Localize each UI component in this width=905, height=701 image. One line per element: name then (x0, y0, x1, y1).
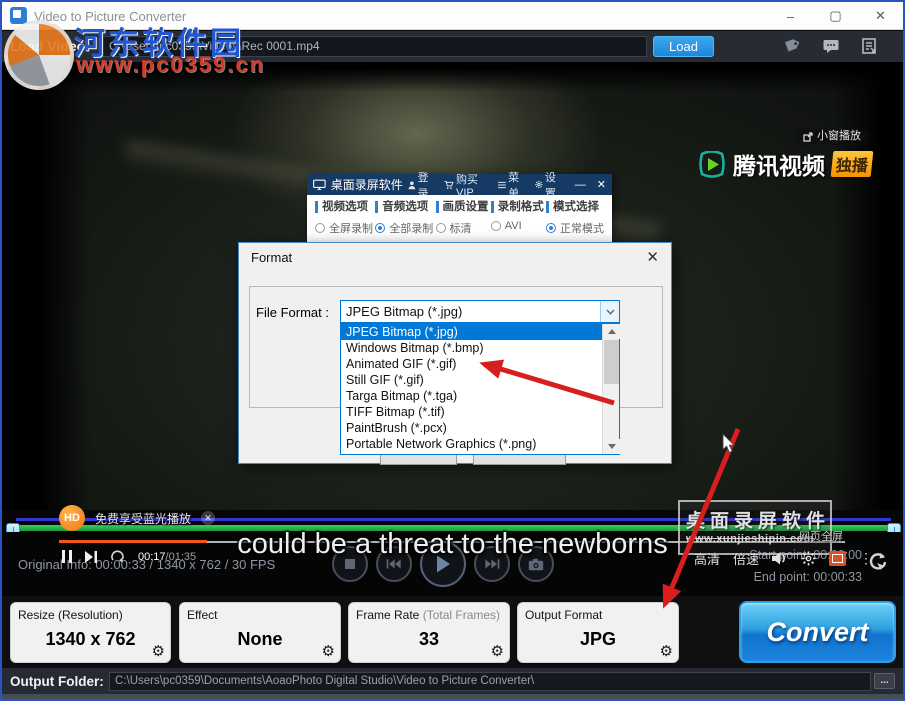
brand-logo: 腾讯视频 独播 (698, 147, 872, 181)
video-subtitle: could be a threat to the newborns (2, 528, 903, 561)
resize-gear-icon[interactable]: ⚙ (152, 642, 165, 660)
recorder-col-mode: 模式选择 正常模式 (546, 201, 604, 236)
hd-close-icon[interactable]: ✕ (201, 511, 215, 525)
pip-label: 小窗播放 (817, 128, 861, 145)
droplist-item[interactable]: Animated GIF (*.gif) (341, 356, 619, 372)
recorder-minimize[interactable]: — (575, 179, 586, 191)
droplist-item[interactable]: Still GIF (*.gif) (341, 372, 619, 388)
maximize-button[interactable]: ▢ (813, 2, 858, 30)
recorder-close[interactable]: ✕ (597, 178, 606, 191)
resize-value: 1340 x 762 (11, 629, 170, 650)
recorder-title: 桌面录屏软件 (331, 176, 403, 193)
window-bottom-edge (2, 694, 903, 699)
chevron-down-icon (606, 309, 615, 315)
recorder-col-quality: 画质设置 标清 (436, 201, 489, 236)
feedback-icon[interactable] (822, 37, 840, 55)
droplist-item[interactable]: Targa Bitmap (*.tga) (341, 388, 619, 404)
tag-icon[interactable] (782, 37, 800, 55)
monitor-icon (313, 179, 326, 191)
browse-button[interactable]: ... (874, 673, 895, 689)
settings-panel-row: Resize (Resolution) 1340 x 762 ⚙ Effect … (2, 596, 903, 668)
resize-panel[interactable]: Resize (Resolution) 1340 x 762 ⚙ (10, 602, 171, 663)
framerate-gear-icon[interactable]: ⚙ (491, 642, 504, 660)
effect-gear-icon[interactable]: ⚙ (322, 642, 335, 660)
radio-avi[interactable]: AVI (491, 220, 544, 232)
load-bar: Load Video: C:\Users\pc0359\Videos\Rec 0… (2, 31, 903, 62)
droplist-item[interactable]: TIFF Bitmap (*.tif) (341, 404, 619, 420)
framerate-panel[interactable]: Frame Rate (Total Frames) 33 ⚙ (348, 602, 510, 663)
scrollbar-thumb[interactable] (604, 340, 619, 384)
effect-panel[interactable]: Effect None ⚙ (179, 602, 341, 663)
recorder-window: 桌面录屏软件 登录 购买VIP 菜单 设置 — ✕ 视频选项 全屏录制 音频选项… (307, 174, 612, 243)
convert-button[interactable]: Convert (739, 601, 896, 663)
framerate-value: 33 (349, 629, 509, 650)
brand-badge: 独播 (831, 151, 874, 177)
close-button[interactable]: ✕ (858, 2, 903, 30)
output-folder-bar: Output Folder: C:\Users\pc0359\Documents… (2, 668, 903, 694)
end-point-text: End point: 00:00:33 (746, 566, 862, 588)
radio-sd[interactable]: 标清 (436, 220, 489, 236)
app-window: Video to Picture Converter – ▢ ✕ Load Vi… (0, 0, 905, 701)
droplist-item[interactable]: Windows Bitmap (*.bmp) (341, 340, 619, 356)
hd-tooltip-text: 免费享受蓝光播放 (95, 510, 191, 527)
brand-name: 腾讯视频 (733, 147, 825, 181)
radio-record-all[interactable]: 全部录制 (375, 220, 433, 236)
output-folder-label: Output Folder: (10, 674, 104, 689)
scroll-down-icon[interactable] (603, 439, 620, 454)
output-folder-field[interactable]: C:\Users\pc0359\Documents\AoaoPhoto Digi… (109, 672, 871, 691)
output-format-gear-icon[interactable]: ⚙ (660, 642, 673, 660)
radio-normal-mode[interactable]: 正常模式 (546, 220, 604, 236)
title-bar: Video to Picture Converter – ▢ ✕ (2, 2, 903, 30)
droplist-item[interactable]: Portable Network Graphics (*.png) (341, 436, 619, 452)
popout-icon (803, 132, 813, 142)
droplist-item[interactable]: PaintBrush (*.pcx) (341, 420, 619, 436)
output-format-panel[interactable]: Output Format JPG ⚙ (517, 602, 679, 663)
effect-value: None (180, 629, 340, 650)
recorder-col-video: 视频选项 全屏录制 (315, 201, 373, 236)
recorder-col-format: 录制格式 AVI (491, 201, 544, 236)
format-dialog-title: Format (251, 250, 292, 265)
file-format-selected: JPEG Bitmap (*.jpg) (346, 304, 462, 319)
recorder-title-bar: 桌面录屏软件 登录 购买VIP 菜单 设置 — ✕ (307, 174, 612, 195)
pip-button[interactable]: 小窗播放 (795, 128, 869, 145)
load-video-label: Load Video: (10, 38, 90, 54)
app-title: Video to Picture Converter (34, 9, 186, 24)
file-format-label: File Format : (249, 305, 329, 320)
format-dialog: Format ✕ File Format : JPEG Bitmap (*.jp… (238, 242, 672, 464)
play-logo-icon (698, 151, 726, 178)
format-dialog-close-icon[interactable]: ✕ (646, 248, 659, 266)
output-format-value: JPG (518, 629, 678, 650)
report-icon[interactable] (860, 37, 878, 55)
droplist-scrollbar[interactable] (602, 324, 619, 454)
combo-dropdown-button[interactable] (600, 301, 619, 322)
video-path-field[interactable]: C:\Users\pc0359\Videos\Rec 0001.mp4 (102, 36, 647, 57)
load-button[interactable]: Load (653, 36, 714, 57)
droplist-item[interactable]: JPEG Bitmap (*.jpg) (341, 324, 619, 340)
recorder-body: 视频选项 全屏录制 音频选项 全部录制 画质设置 标清 录制格式 AVI 模式选… (307, 195, 612, 243)
file-format-droplist: JPEG Bitmap (*.jpg) Windows Bitmap (*.bm… (340, 323, 620, 455)
app-icon (10, 7, 27, 24)
scroll-up-icon[interactable] (603, 324, 620, 339)
recorder-col-audio: 音频选项 全部录制 (375, 201, 433, 236)
file-format-combobox[interactable]: JPEG Bitmap (*.jpg) (340, 300, 620, 323)
minimize-button[interactable]: – (768, 2, 813, 30)
radio-fullscreen-record[interactable]: 全屏录制 (315, 220, 373, 236)
